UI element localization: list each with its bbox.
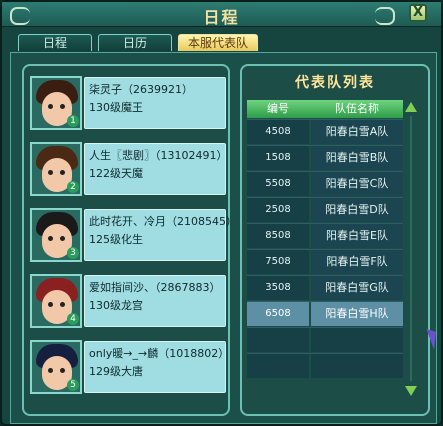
team-id: 6508 — [247, 302, 309, 326]
table-row[interactable] — [247, 327, 403, 352]
table-row[interactable]: 4508 阳春白雪A队 — [247, 119, 403, 144]
team-name: 阳春白雪B队 — [311, 146, 403, 170]
member-name: 此时花开、冷月（2108545） — [89, 215, 237, 228]
member-info: 爱如指间沙、（2867883） 130级龙宫 — [84, 275, 226, 327]
avatar-eye — [48, 104, 53, 109]
scroll-up-icon[interactable] — [405, 102, 417, 112]
member-card[interactable]: 1 柒灵子（2639921） 130级魔王 — [30, 76, 226, 131]
table-row[interactable]: 2508 阳春白雪D队 — [247, 197, 403, 222]
member-info: 人生〖悲剧〗（13102491） 122级天魔 — [84, 143, 228, 195]
scroll-down-icon[interactable] — [405, 386, 417, 396]
member-card[interactable]: 3 此时花开、冷月（2108545） 125级化生 — [30, 208, 237, 263]
avatar-eye — [48, 302, 53, 307]
avatar-eye — [60, 170, 65, 175]
team-name: 阳春白雪H队 — [311, 302, 403, 326]
avatar: 3 — [30, 208, 82, 262]
avatar: 1 — [30, 76, 82, 130]
team-id: 5508 — [247, 172, 309, 196]
member-card[interactable]: 4 爱如指间沙、（2867883） 130级龙宫 — [30, 274, 226, 329]
tab-schedule[interactable]: 日程 — [18, 34, 92, 51]
member-card[interactable]: 2 人生〖悲剧〗（13102491） 122级天魔 — [30, 142, 228, 197]
team-name: 阳春白雪F队 — [311, 250, 403, 274]
schedule-window: 日程 X 日程 日历 本服代表队 1 柒灵子（2639921） 130级魔王 2… — [0, 0, 443, 426]
table-header: 编号 队伍名称 — [247, 100, 403, 118]
rank-badge: 5 — [67, 379, 79, 391]
member-info: only暖→_→麟（1018802） 129级大唐 — [84, 341, 230, 393]
member-name: 爱如指间沙、（2867883） — [89, 281, 221, 294]
header-name: 队伍名称 — [335, 102, 379, 115]
team-id: 3508 — [247, 276, 309, 300]
avatar-eye — [60, 236, 65, 241]
team-name — [311, 354, 403, 378]
team-id — [247, 354, 309, 378]
member-level: 129级大唐 — [89, 365, 143, 378]
member-name: 人生〖悲剧〗（13102491） — [89, 149, 228, 162]
member-card[interactable]: 5 only暖→_→麟（1018802） 129级大唐 — [30, 340, 230, 395]
member-info: 柒灵子（2639921） 130级魔王 — [84, 77, 226, 129]
member-level: 130级魔王 — [89, 101, 143, 114]
member-level: 125级化生 — [89, 233, 143, 246]
member-name: only暖→_→麟（1018802） — [89, 347, 230, 360]
header-id: 编号 — [267, 102, 289, 115]
rank-badge: 4 — [67, 313, 79, 325]
table-row[interactable]: 3508 阳春白雪G队 — [247, 275, 403, 300]
team-id — [247, 328, 309, 352]
title-bar[interactable]: 日程 X — [2, 2, 441, 27]
team-id: 7508 — [247, 250, 309, 274]
avatar: 2 — [30, 142, 82, 196]
avatar-eye — [60, 302, 65, 307]
team-id: 1508 — [247, 146, 309, 170]
member-info: 此时花开、冷月（2108545） 125级化生 — [84, 209, 237, 261]
team-name: 阳春白雪G队 — [311, 276, 403, 300]
avatar-eye — [60, 104, 65, 109]
team-id: 2508 — [247, 198, 309, 222]
member-list: 1 柒灵子（2639921） 130级魔王 2 人生〖悲剧〗（13102491）… — [22, 64, 237, 416]
avatar-eye — [48, 170, 53, 175]
scrollbar-track[interactable] — [410, 116, 412, 381]
member-name: 柒灵子（2639921） — [89, 83, 193, 96]
table-row[interactable] — [247, 353, 403, 378]
title-ornament-right — [375, 7, 395, 25]
team-id: 4508 — [247, 120, 309, 144]
rank-badge: 1 — [67, 115, 79, 127]
team-list-title: 代表队列表 — [295, 75, 375, 91]
avatar-eye — [48, 368, 53, 373]
avatar: 5 — [30, 340, 82, 394]
team-name: 阳春白雪D队 — [311, 198, 403, 222]
avatar-eye — [60, 368, 65, 373]
table-row[interactable]: 7508 阳春白雪F队 — [247, 249, 403, 274]
table-row[interactable]: 8508 阳春白雪E队 — [247, 223, 403, 248]
tab-server-team[interactable]: 本服代表队 — [178, 34, 258, 51]
table-row[interactable]: 5508 阳春白雪C队 — [247, 171, 403, 196]
team-name: 阳春白雪C队 — [311, 172, 403, 196]
rank-badge: 3 — [67, 247, 79, 259]
rank-badge: 2 — [67, 181, 79, 193]
table-row[interactable]: 1508 阳春白雪B队 — [247, 145, 403, 170]
member-level: 122级天魔 — [89, 167, 143, 180]
avatar: 4 — [30, 274, 82, 328]
avatar-eye — [48, 236, 53, 241]
team-list-panel: 代表队列表 编号 队伍名称 4508 阳春白雪A队 1508 阳春白雪B队 55… — [240, 64, 430, 416]
tab-calendar[interactable]: 日历 — [98, 34, 172, 51]
team-name — [311, 328, 403, 352]
team-name: 阳春白雪A队 — [311, 120, 403, 144]
team-id: 8508 — [247, 224, 309, 248]
member-level: 130级龙宫 — [89, 299, 143, 312]
team-name: 阳春白雪E队 — [311, 224, 403, 248]
table-row-selected[interactable]: 6508 阳春白雪H队 — [247, 301, 403, 326]
close-button[interactable]: X — [409, 4, 427, 22]
